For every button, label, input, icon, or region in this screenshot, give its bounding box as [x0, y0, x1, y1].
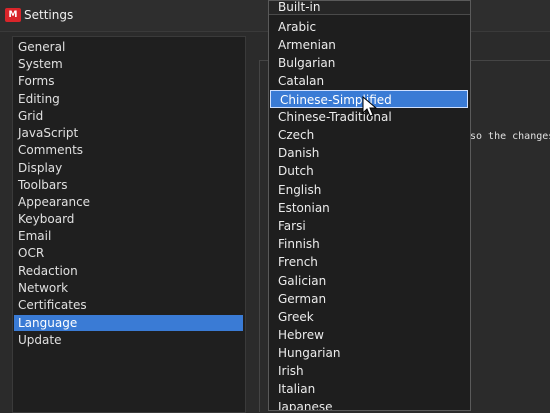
- settings-category-list[interactable]: General System Forms Editing Grid JavaSc…: [12, 36, 246, 413]
- sidebar-item-display[interactable]: Display: [14, 160, 243, 176]
- dropdown-option-czech[interactable]: Czech: [269, 126, 470, 144]
- dropdown-option-armenian[interactable]: Armenian: [269, 36, 470, 54]
- sidebar-item-keyboard[interactable]: Keyboard: [14, 211, 243, 227]
- dropdown-option-hebrew[interactable]: Hebrew: [269, 326, 470, 344]
- sidebar-item-language[interactable]: Language: [14, 315, 243, 331]
- dropdown-option-english[interactable]: English: [269, 181, 470, 199]
- dropdown-option-danish[interactable]: Danish: [269, 144, 470, 162]
- sidebar-item-toolbars[interactable]: Toolbars: [14, 177, 243, 193]
- dropdown-option-german[interactable]: German: [269, 290, 470, 308]
- sidebar-item-update[interactable]: Update: [14, 332, 243, 348]
- sidebar-item-grid[interactable]: Grid: [14, 108, 243, 124]
- language-dropdown-list[interactable]: Built-in Arabic Armenian Bulgarian Catal…: [268, 0, 471, 411]
- dropdown-option-hungarian[interactable]: Hungarian: [269, 344, 470, 362]
- sidebar-item-appearance[interactable]: Appearance: [14, 194, 243, 210]
- sidebar-item-ocr[interactable]: OCR: [14, 245, 243, 261]
- dropdown-option-french[interactable]: French: [269, 253, 470, 271]
- dropdown-option-italian[interactable]: Italian: [269, 380, 470, 398]
- mouse-pointer-icon: [362, 96, 378, 117]
- dropdown-option-japanese[interactable]: Japanese: [269, 398, 470, 410]
- sidebar-item-general[interactable]: General: [14, 39, 243, 55]
- dropdown-group-header: Built-in: [269, 1, 470, 15]
- dropdown-option-bulgarian[interactable]: Bulgarian: [269, 54, 470, 72]
- restart-note-text: so the changes: [470, 131, 550, 142]
- sidebar-item-email[interactable]: Email: [14, 228, 243, 244]
- dropdown-option-greek[interactable]: Greek: [269, 308, 470, 326]
- sidebar-item-forms[interactable]: Forms: [14, 73, 243, 89]
- sidebar-item-redaction[interactable]: Redaction: [14, 263, 243, 279]
- dropdown-option-finnish[interactable]: Finnish: [269, 235, 470, 253]
- sidebar-item-javascript[interactable]: JavaScript: [14, 125, 243, 141]
- sidebar-item-comments[interactable]: Comments: [14, 142, 243, 158]
- dropdown-option-arabic[interactable]: Arabic: [269, 18, 470, 36]
- sidebar-item-certificates[interactable]: Certificates: [14, 297, 243, 313]
- dropdown-option-galician[interactable]: Galician: [269, 272, 470, 290]
- dropdown-option-estonian[interactable]: Estonian: [269, 199, 470, 217]
- window-title: Settings: [24, 8, 74, 22]
- dropdown-option-farsi[interactable]: Farsi: [269, 217, 470, 235]
- app-logo-icon: M: [5, 8, 21, 22]
- sidebar-item-editing[interactable]: Editing: [14, 91, 243, 107]
- sidebar-item-network[interactable]: Network: [14, 280, 243, 296]
- dropdown-option-dutch[interactable]: Dutch: [269, 162, 470, 180]
- dropdown-option-catalan[interactable]: Catalan: [269, 72, 470, 90]
- sidebar-item-system[interactable]: System: [14, 56, 243, 72]
- dropdown-option-irish[interactable]: Irish: [269, 362, 470, 380]
